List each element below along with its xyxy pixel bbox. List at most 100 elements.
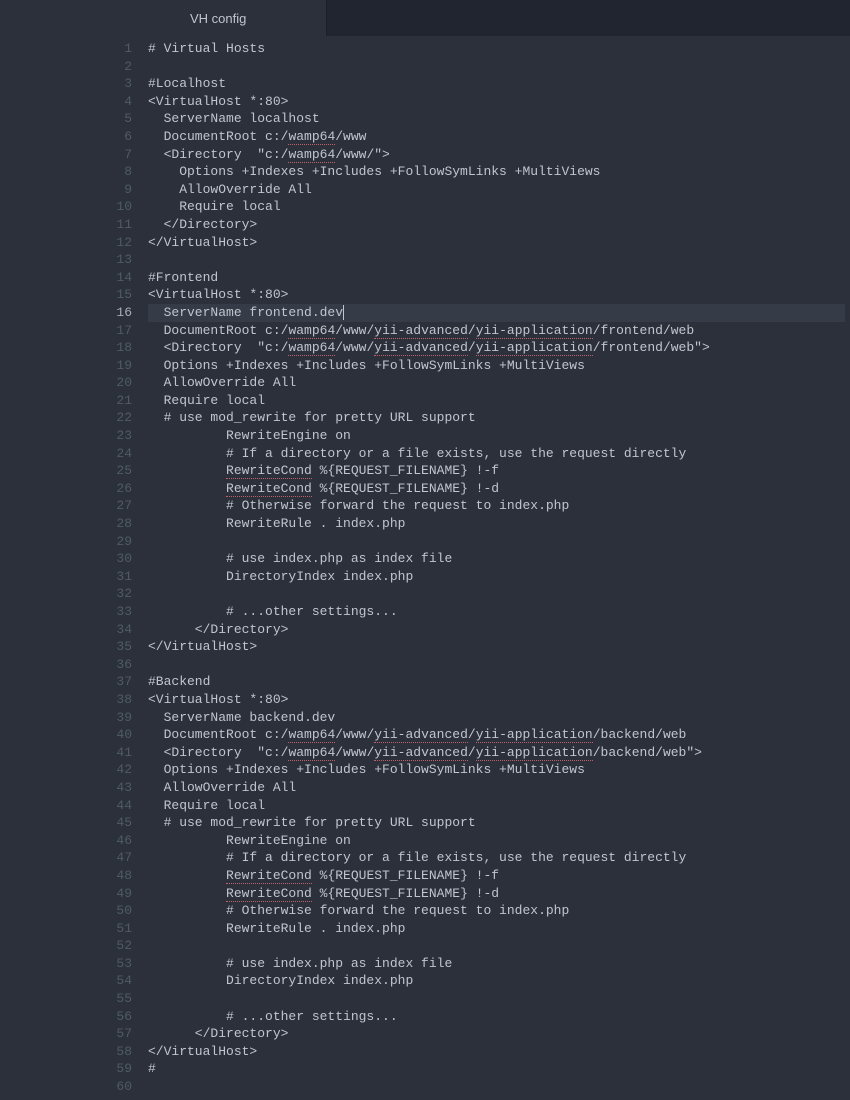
line-number: 43	[110, 779, 132, 797]
code-line[interactable]: AllowOverride All	[148, 779, 845, 797]
code-line[interactable]: RewriteRule . index.php	[148, 920, 845, 938]
line-number: 19	[110, 357, 132, 375]
code-line[interactable]: # use mod_rewrite for pretty URL support	[148, 409, 845, 427]
code-line[interactable]: RewriteCond %{REQUEST_FILENAME} !-f	[148, 867, 845, 885]
line-number: 21	[110, 392, 132, 410]
line-number: 32	[110, 585, 132, 603]
code-line[interactable]: Require local	[148, 392, 845, 410]
code-line[interactable]: Options +Indexes +Includes +FollowSymLin…	[148, 163, 845, 181]
line-number: 4	[110, 93, 132, 111]
line-number: 18	[110, 339, 132, 357]
code-line[interactable]	[148, 656, 845, 674]
line-number: 35	[110, 638, 132, 656]
line-number: 1	[110, 40, 132, 58]
spellcheck-underline: yii-advanced	[374, 745, 468, 761]
code-line[interactable]: <Directory "c:/wamp64/www/yii-advanced/y…	[148, 744, 845, 762]
spellcheck-underline: wamp64	[288, 727, 335, 743]
code-line[interactable]: RewriteCond %{REQUEST_FILENAME} !-f	[148, 462, 845, 480]
code-line[interactable]: </VirtualHost>	[148, 638, 845, 656]
code-line[interactable]: DirectoryIndex index.php	[148, 568, 845, 586]
code-line[interactable]: ServerName frontend.dev	[148, 304, 845, 322]
code-line[interactable]: DocumentRoot c:/wamp64/www	[148, 128, 845, 146]
code-line[interactable]: # use mod_rewrite for pretty URL support	[148, 814, 845, 832]
line-number: 20	[110, 374, 132, 392]
line-number: 34	[110, 621, 132, 639]
code-line[interactable]: DocumentRoot c:/wamp64/www/yii-advanced/…	[148, 322, 845, 340]
code-line[interactable]: Options +Indexes +Includes +FollowSymLin…	[148, 761, 845, 779]
code-line[interactable]: DocumentRoot c:/wamp64/www/yii-advanced/…	[148, 726, 845, 744]
line-number: 30	[110, 550, 132, 568]
code-line[interactable]: RewriteEngine on	[148, 427, 845, 445]
code-line[interactable]: #Frontend	[148, 269, 845, 287]
code-line[interactable]: Require local	[148, 797, 845, 815]
line-number: 37	[110, 673, 132, 691]
code-line[interactable]: # ...other settings...	[148, 1008, 845, 1026]
line-number: 27	[110, 497, 132, 515]
code-line[interactable]	[148, 937, 845, 955]
line-number: 7	[110, 146, 132, 164]
code-line[interactable]: # use index.php as index file	[148, 550, 845, 568]
code-line[interactable]: AllowOverride All	[148, 181, 845, 199]
editor-window: VH config 123456789101112131415161718192…	[110, 0, 850, 1100]
code-line[interactable]: </Directory>	[148, 1025, 845, 1043]
line-number: 2	[110, 58, 132, 76]
tab-bar-empty	[327, 0, 850, 36]
line-number: 47	[110, 849, 132, 867]
line-number: 38	[110, 691, 132, 709]
code-line[interactable]	[148, 1078, 845, 1096]
code-line[interactable]: Options +Indexes +Includes +FollowSymLin…	[148, 357, 845, 375]
line-number: 60	[110, 1078, 132, 1096]
line-number: 52	[110, 937, 132, 955]
line-number: 54	[110, 972, 132, 990]
code-line[interactable]	[148, 533, 845, 551]
code-line[interactable]: <Directory "c:/wamp64/www/yii-advanced/y…	[148, 339, 845, 357]
code-area[interactable]: # Virtual Hosts#Localhost<VirtualHost *:…	[140, 36, 845, 1100]
code-line[interactable]: # Virtual Hosts	[148, 40, 845, 58]
code-line[interactable]: # use index.php as index file	[148, 955, 845, 973]
code-line[interactable]: RewriteCond %{REQUEST_FILENAME} !-d	[148, 480, 845, 498]
code-line[interactable]: #Localhost	[148, 75, 845, 93]
code-line[interactable]	[148, 58, 845, 76]
code-line[interactable]: <VirtualHost *:80>	[148, 286, 845, 304]
line-number: 50	[110, 902, 132, 920]
code-line[interactable]: RewriteEngine on	[148, 832, 845, 850]
line-number: 17	[110, 322, 132, 340]
code-line[interactable]: # If a directory or a file exists, use t…	[148, 445, 845, 463]
code-line[interactable]: # If a directory or a file exists, use t…	[148, 849, 845, 867]
code-line[interactable]: <VirtualHost *:80>	[148, 93, 845, 111]
code-line[interactable]: # Otherwise forward the request to index…	[148, 902, 845, 920]
spellcheck-underline: yii-application	[476, 323, 593, 339]
code-line[interactable]: ServerName backend.dev	[148, 709, 845, 727]
spellcheck-underline: RewriteCond	[226, 868, 312, 884]
spellcheck-underline: wamp64	[288, 340, 335, 356]
tab-label: VH config	[190, 11, 246, 26]
line-number: 42	[110, 761, 132, 779]
code-line[interactable]: # Otherwise forward the request to index…	[148, 497, 845, 515]
line-number: 29	[110, 533, 132, 551]
code-line[interactable]: </Directory>	[148, 216, 845, 234]
code-line[interactable]: AllowOverride All	[148, 374, 845, 392]
code-line[interactable]: <Directory "c:/wamp64/www/">	[148, 146, 845, 164]
code-line[interactable]: </Directory>	[148, 621, 845, 639]
code-line[interactable]: ServerName localhost	[148, 110, 845, 128]
code-line[interactable]: #Backend	[148, 673, 845, 691]
code-line[interactable]: # ...other settings...	[148, 603, 845, 621]
tab-bar: VH config	[110, 0, 850, 36]
code-line[interactable]: DirectoryIndex index.php	[148, 972, 845, 990]
line-number: 23	[110, 427, 132, 445]
code-line[interactable]: <VirtualHost *:80>	[148, 691, 845, 709]
line-number: 5	[110, 110, 132, 128]
code-line[interactable]: </VirtualHost>	[148, 1043, 845, 1061]
code-line[interactable]: </VirtualHost>	[148, 234, 845, 252]
code-line[interactable]: Require local	[148, 198, 845, 216]
code-line[interactable]: RewriteCond %{REQUEST_FILENAME} !-d	[148, 885, 845, 903]
code-line[interactable]	[148, 585, 845, 603]
line-number: 11	[110, 216, 132, 234]
tab-vh-config[interactable]: VH config	[110, 0, 327, 36]
code-line[interactable]: #	[148, 1060, 845, 1078]
code-line[interactable]: RewriteRule . index.php	[148, 515, 845, 533]
code-line[interactable]	[148, 251, 845, 269]
line-number: 16	[110, 304, 132, 322]
code-line[interactable]	[148, 990, 845, 1008]
spellcheck-underline: RewriteCond	[226, 481, 312, 497]
